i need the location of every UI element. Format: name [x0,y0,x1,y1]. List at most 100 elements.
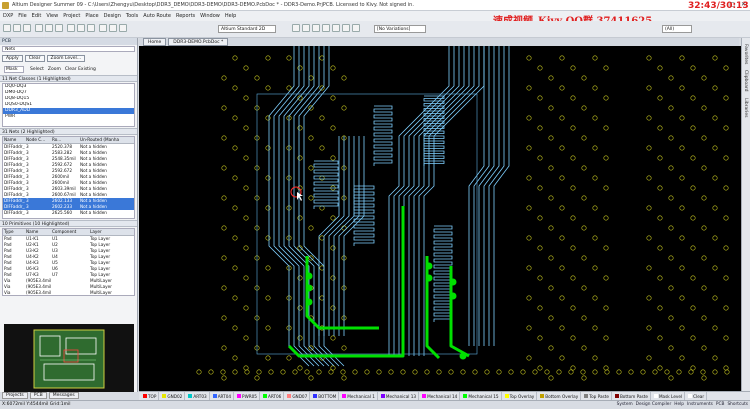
move-icon[interactable] [109,24,117,32]
list-item[interactable]: PWR [3,114,134,120]
layer-tab[interactable]: Mechanical 14 [420,392,461,400]
cut-icon[interactable] [67,24,75,32]
via [265,55,271,61]
copy-icon[interactable] [77,24,85,32]
polygon-icon[interactable] [332,24,340,32]
pcb-canvas[interactable] [139,46,741,391]
menu-project[interactable]: Project [63,13,80,19]
tab-pcbdoc[interactable]: DDR3-DEMO.PcbDoc * [168,38,229,46]
layer-tab[interactable]: Top Overlay [503,392,538,400]
layer-tab[interactable]: ART04 [211,392,235,400]
string-icon[interactable] [342,24,350,32]
menu-file[interactable]: File [18,13,26,19]
layer-tab[interactable]: Clear [686,392,708,400]
via [256,369,262,375]
clear-existing-checkbox[interactable]: Clear Existing [65,67,96,72]
diff-pair-icon[interactable] [312,24,320,32]
via [400,369,406,375]
layer-tab[interactable]: BOTTOM [311,392,340,400]
layer-tab[interactable]: GND02 [160,392,186,400]
tab-clipboard[interactable]: Clipboard [743,70,748,92]
layer-tab[interactable]: GND07 [285,392,311,400]
via [548,315,554,321]
table-row[interactable]: DIFFaddr_5 3 2625.560 Not a hidden [3,210,134,216]
layer-tab[interactable]: ART03 [186,392,210,400]
layer-tab[interactable]: TOP [141,392,160,400]
route-icon[interactable] [292,24,300,32]
zoom-checkbox[interactable]: Zoom [48,67,61,72]
menu-edit[interactable]: Edit [32,13,42,19]
select-checkbox[interactable]: Select [30,67,44,72]
print-icon[interactable] [35,24,43,32]
zoom-level-button[interactable]: Zoom Level... [46,55,86,62]
layer-tab[interactable]: Mask Level [652,392,686,400]
layer-tab[interactable]: Mechanical 13 [379,392,420,400]
view-style-select[interactable]: Altium Standard 2D [218,25,276,33]
apply-button[interactable]: Apply [2,55,23,62]
col-unrouted[interactable]: Un-Routed (Manhattan) [79,137,119,143]
via [265,325,271,331]
layer-tab[interactable]: Top Paste [582,392,612,400]
layer-tab[interactable]: PWR05 [235,392,260,400]
new-icon[interactable] [3,24,11,32]
via [232,325,238,331]
deselect-icon[interactable] [119,24,127,32]
menu-place[interactable]: Place [85,13,98,19]
status-system[interactable]: System [617,402,633,407]
layer-tab[interactable]: Bottom Overlay [538,392,582,400]
menu-tools[interactable]: Tools [126,13,138,19]
menu-dxp[interactable]: DXP [3,13,13,19]
clear-button[interactable]: Clear [24,55,45,62]
component-icon[interactable] [352,24,360,32]
trace [483,46,500,346]
table-row[interactable]: Via(905E3.4mil,2550E1MultiLayer [3,290,134,296]
col-node-count[interactable]: Node C... [25,137,51,143]
col-name[interactable]: Name [3,137,25,143]
all-select[interactable]: (All) [662,25,692,33]
open-icon[interactable] [13,24,21,32]
via-icon[interactable] [322,24,330,32]
tab-favorites[interactable]: Favorites [743,44,748,64]
menu-reports[interactable]: Reports [176,13,195,19]
col-routed[interactable]: Ro... [51,137,79,143]
layer-tab-label: PWR05 [242,393,257,399]
tab-pcb[interactable]: PCB [29,392,47,399]
variations-select[interactable]: [No Variations] [374,25,426,33]
col-prim-name[interactable]: Name [25,229,51,235]
board-minimap[interactable] [4,324,134,394]
layer-tab[interactable]: Mechanical 15 [461,392,502,400]
mode-select[interactable]: Mask [4,66,24,73]
via [570,155,576,161]
tab-libraries[interactable]: Libraries [743,98,748,117]
status-shortcuts[interactable]: Shortcuts [727,402,748,407]
select-icon[interactable] [99,24,107,32]
menu-help[interactable]: Help [225,13,236,19]
menu-view[interactable]: View [46,13,58,19]
status-help[interactable]: Help [674,402,684,407]
filter-select[interactable]: Nets [2,46,135,52]
save-icon[interactable] [23,24,31,32]
menu-window[interactable]: Window [200,13,220,19]
zoom-icon[interactable] [45,24,53,32]
col-component[interactable]: Component [51,229,89,235]
col-layer[interactable]: Layer [89,229,129,235]
status-pcb[interactable]: PCB [716,402,725,407]
menu-auto-route[interactable]: Auto Route [143,13,171,19]
status-design-compiler[interactable]: Design Compiler [636,402,672,407]
status-instruments[interactable]: Instruments [687,402,713,407]
tab-messages[interactable]: Messages [48,392,79,399]
layer-tab[interactable]: ART06 [261,392,285,400]
via [243,215,249,221]
tab-projects[interactable]: Projects [2,392,28,399]
pcb-drawing[interactable] [139,46,741,391]
interactive-route-icon[interactable] [302,24,310,32]
layer-tab[interactable]: Mechanical 1 [340,392,378,400]
via [243,305,249,311]
zoom-area-icon[interactable] [55,24,63,32]
menu-design[interactable]: Design [104,13,121,19]
paste-icon[interactable] [87,24,95,32]
layer-tab[interactable]: Bottom Paste [613,392,651,400]
tab-home[interactable]: Home [143,38,167,46]
via [526,235,532,241]
col-type[interactable]: Type [3,229,25,235]
